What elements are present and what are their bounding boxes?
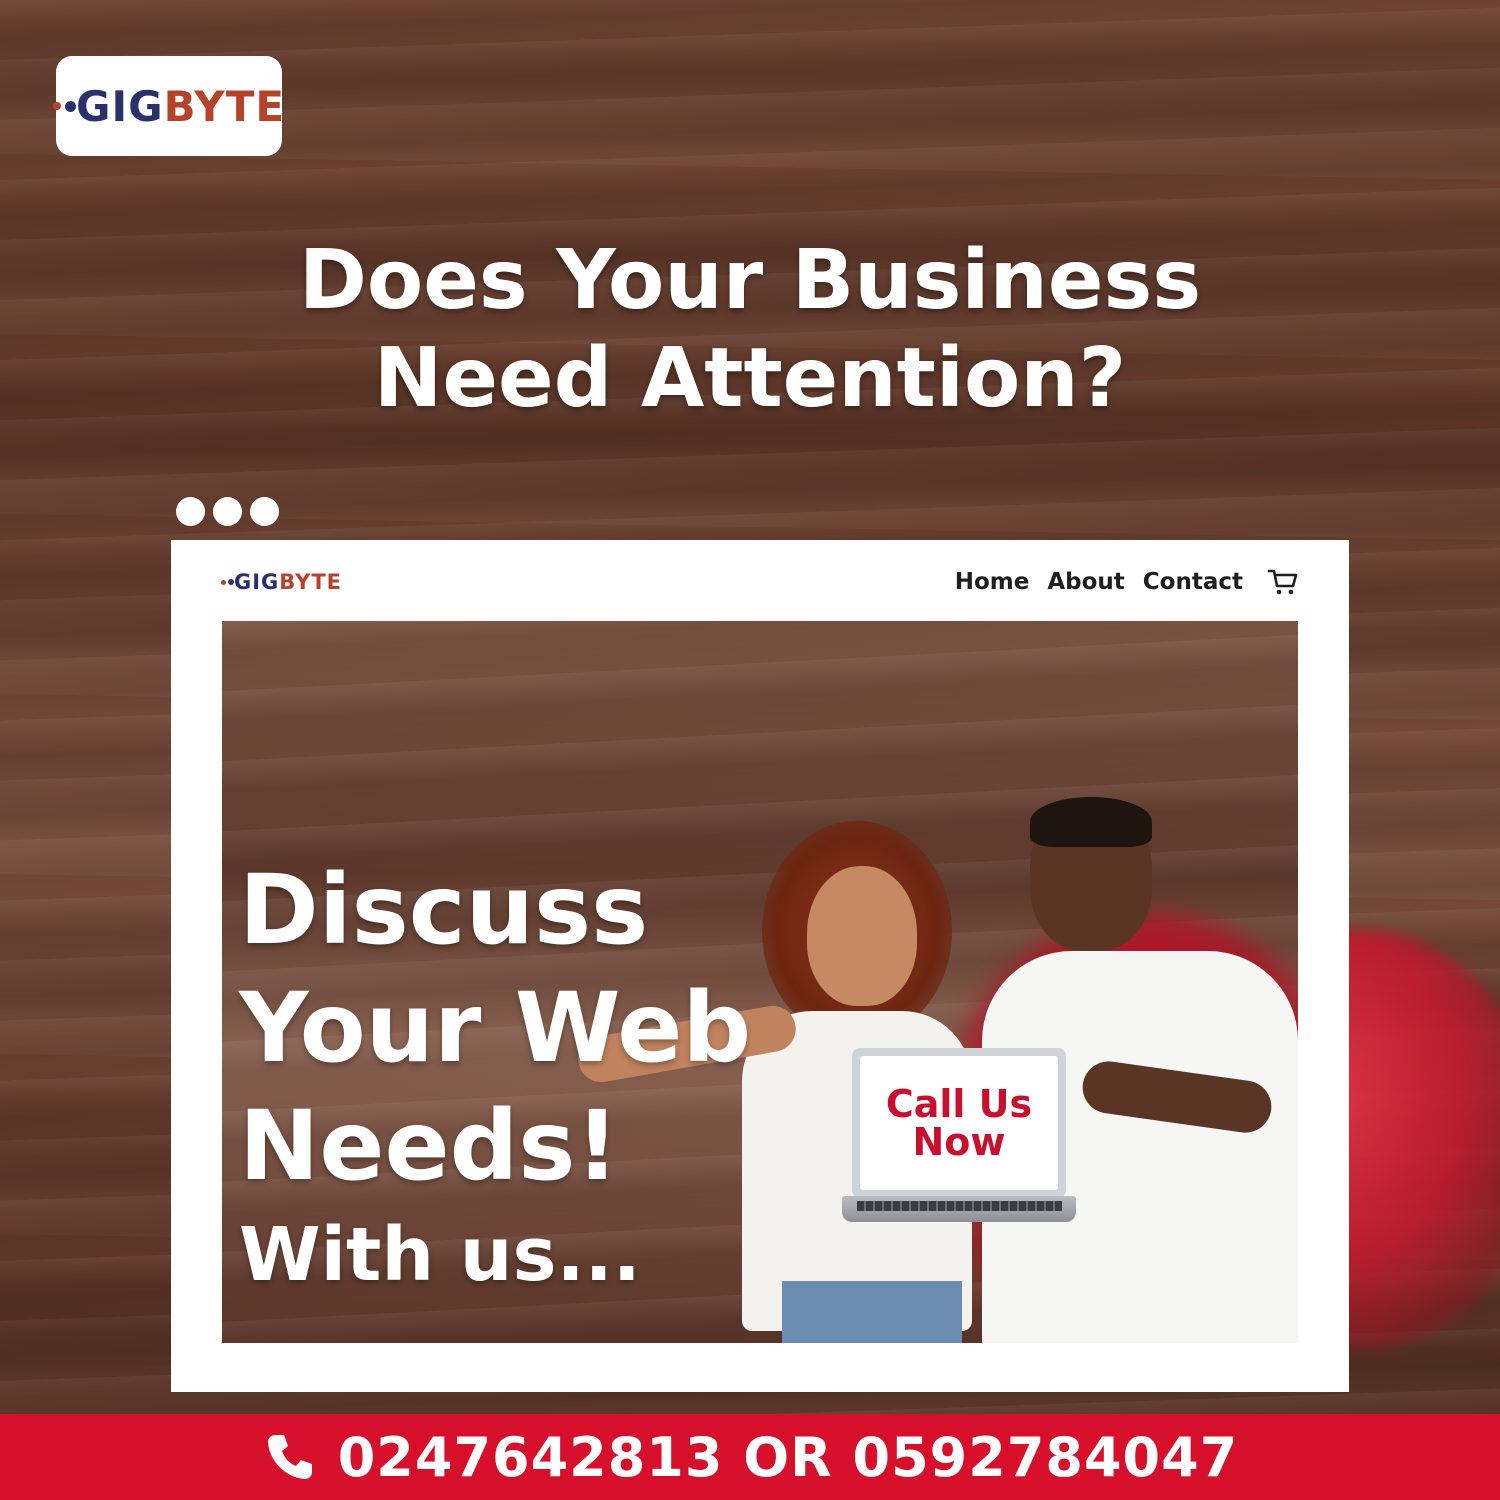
cta-line-1: Call Us (885, 1082, 1033, 1126)
brand-logo: GIG BYTE (52, 81, 286, 131)
phone-icon (267, 1435, 312, 1479)
hero-title-line-3: Needs! (239, 1090, 620, 1202)
nav-home[interactable]: Home (955, 569, 1030, 595)
browser-window: GIG BYTE Home About Contact Call Us Now … (171, 540, 1349, 1392)
headline: Does Your Business Need Attention? (0, 232, 1500, 428)
person-woman-face (807, 866, 917, 1006)
window-dot (176, 497, 205, 526)
contact-bar: 0247642813 OR 0592784047 (0, 1414, 1500, 1500)
site-header: GIG BYTE Home About Contact (221, 562, 1299, 602)
cta-line-2: Now (912, 1120, 1006, 1164)
logo-gig-text: GIG (75, 81, 164, 131)
headline-line-1: Does Your Business (298, 233, 1202, 328)
call-us-now-button[interactable]: Call Us Now (860, 1056, 1058, 1190)
hero-banner: Call Us Now Discuss Your Web Needs! With… (222, 621, 1298, 1343)
cart-icon[interactable] (1267, 568, 1299, 596)
laptop-keyboard (857, 1201, 1062, 1211)
nav-about[interactable]: About (1047, 569, 1124, 595)
headline-line-2: Need Attention? (373, 331, 1127, 426)
window-dot (250, 497, 279, 526)
logo-byte-text: BYTE (163, 81, 286, 131)
laptop: Call Us Now (852, 1048, 1066, 1198)
logo-gig-text: GIG (234, 570, 280, 594)
person-woman-jeans (782, 1281, 962, 1343)
hero-title-line-2: Your Web (239, 972, 752, 1084)
logo-byte-text: BYTE (279, 570, 343, 594)
window-controls (176, 497, 279, 526)
phone-numbers[interactable]: 0247642813 OR 0592784047 (338, 1426, 1239, 1489)
hero-title: Discuss Your Web Needs! (239, 851, 751, 1205)
nav-contact[interactable]: Contact (1143, 569, 1243, 595)
window-dot (213, 497, 242, 526)
site-nav: Home About Contact (955, 568, 1299, 596)
brand-logo-card: GIG BYTE (52, 56, 286, 156)
person-man-hair (1030, 797, 1152, 847)
hero-title-line-1: Discuss (239, 854, 649, 966)
hero-subtitle: With us... (239, 1212, 641, 1298)
site-logo[interactable]: GIG BYTE (221, 570, 342, 594)
logo-dot (52, 102, 61, 110)
